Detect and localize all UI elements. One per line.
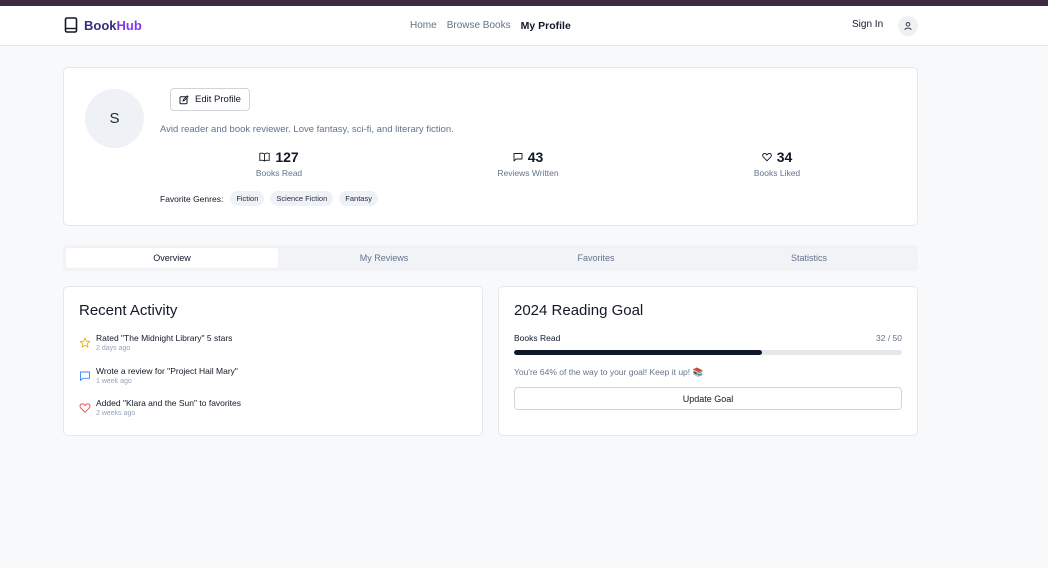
activity-text: Added "Klara and the Sun" to favorites: [96, 398, 241, 408]
activity-time: 1 week ago: [96, 378, 132, 385]
stat-books-liked: 34 Books Liked: [717, 149, 837, 178]
card-title: 2024 Reading Goal: [514, 302, 644, 319]
nav-browse-books[interactable]: Browse Books: [447, 20, 511, 32]
book-icon: [64, 17, 78, 33]
activity-text: Rated "The Midnight Library" 5 stars: [96, 333, 233, 343]
recent-activity-card: Recent Activity Rated "The Midnight Libr…: [63, 286, 483, 436]
stat-books-read: 127 Books Read: [219, 149, 339, 178]
genre-chip: Fiction: [230, 191, 265, 206]
tab-favorites[interactable]: Favorites: [490, 248, 702, 268]
user-menu-button[interactable]: [898, 16, 918, 36]
tab-statistics[interactable]: Statistics: [703, 248, 915, 268]
book-open-icon: [259, 152, 270, 162]
reading-goal-card: 2024 Reading Goal Books Read 32 / 50 You…: [498, 286, 918, 436]
card-title: Recent Activity: [79, 302, 178, 319]
genre-chip: Science Fiction: [270, 191, 334, 206]
profile-card: S Edit Profile Avid reader and book revi…: [63, 67, 918, 226]
user-icon: [904, 22, 912, 31]
activity-text: Wrote a review for "Project Hail Mary": [96, 366, 238, 376]
stat-label: Books Liked: [753, 168, 801, 178]
navbar: BookHub Home Browse Books My Profile Sig…: [0, 6, 1048, 46]
goal-label: Books Read: [514, 333, 561, 343]
edit-profile-button[interactable]: Edit Profile: [170, 88, 250, 111]
stat-value: 127: [275, 149, 299, 165]
genres-label: Favorite Genres:: [160, 193, 224, 204]
profile-bio: Avid reader and book reviewer. Love fant…: [160, 124, 454, 135]
genre-chip: Fantasy: [339, 191, 378, 206]
stat-label: Books Read: [255, 168, 303, 178]
stat-label: Reviews Written: [497, 168, 559, 178]
edit-icon: [179, 94, 189, 104]
profile-tabs: Overview My Reviews Favorites Statistics: [63, 245, 918, 271]
goal-count: 32 / 50: [876, 333, 902, 343]
update-goal-button[interactable]: Update Goal: [514, 387, 902, 410]
brand-logo[interactable]: BookHub: [64, 17, 142, 33]
favorite-genres: Favorite Genres: Fiction Science Fiction…: [160, 191, 378, 206]
activity-time: 2 days ago: [96, 345, 131, 352]
nav-links: Home Browse Books My Profile: [410, 20, 581, 32]
goal-progress-fill: [514, 350, 763, 355]
goal-message: You're 64% of the way to your goal! Keep…: [514, 367, 704, 377]
message-square-icon: [513, 153, 523, 162]
stat-value: 43: [527, 149, 544, 165]
tab-my-reviews[interactable]: My Reviews: [278, 248, 490, 268]
heart-icon: [761, 152, 772, 162]
heart-icon: [79, 403, 91, 413]
goal-progress-bar: [514, 350, 902, 355]
star-icon: [79, 337, 91, 348]
nav-my-profile[interactable]: My Profile: [521, 20, 571, 32]
activity-time: 2 weeks ago: [96, 410, 136, 417]
edit-profile-label: Edit Profile: [195, 94, 241, 105]
sign-in-link[interactable]: Sign In: [852, 19, 883, 30]
brand-name-hub: Hub: [116, 17, 142, 33]
brand-name: BookHub: [84, 18, 142, 33]
message-square-icon: [80, 371, 90, 381]
tab-overview[interactable]: Overview: [66, 248, 278, 268]
avatar: S: [85, 89, 144, 148]
brand-name-book: Book: [84, 17, 117, 33]
stat-value: 34: [776, 149, 793, 165]
stat-reviews-written: 43 Reviews Written: [468, 149, 588, 178]
nav-home[interactable]: Home: [410, 20, 437, 32]
